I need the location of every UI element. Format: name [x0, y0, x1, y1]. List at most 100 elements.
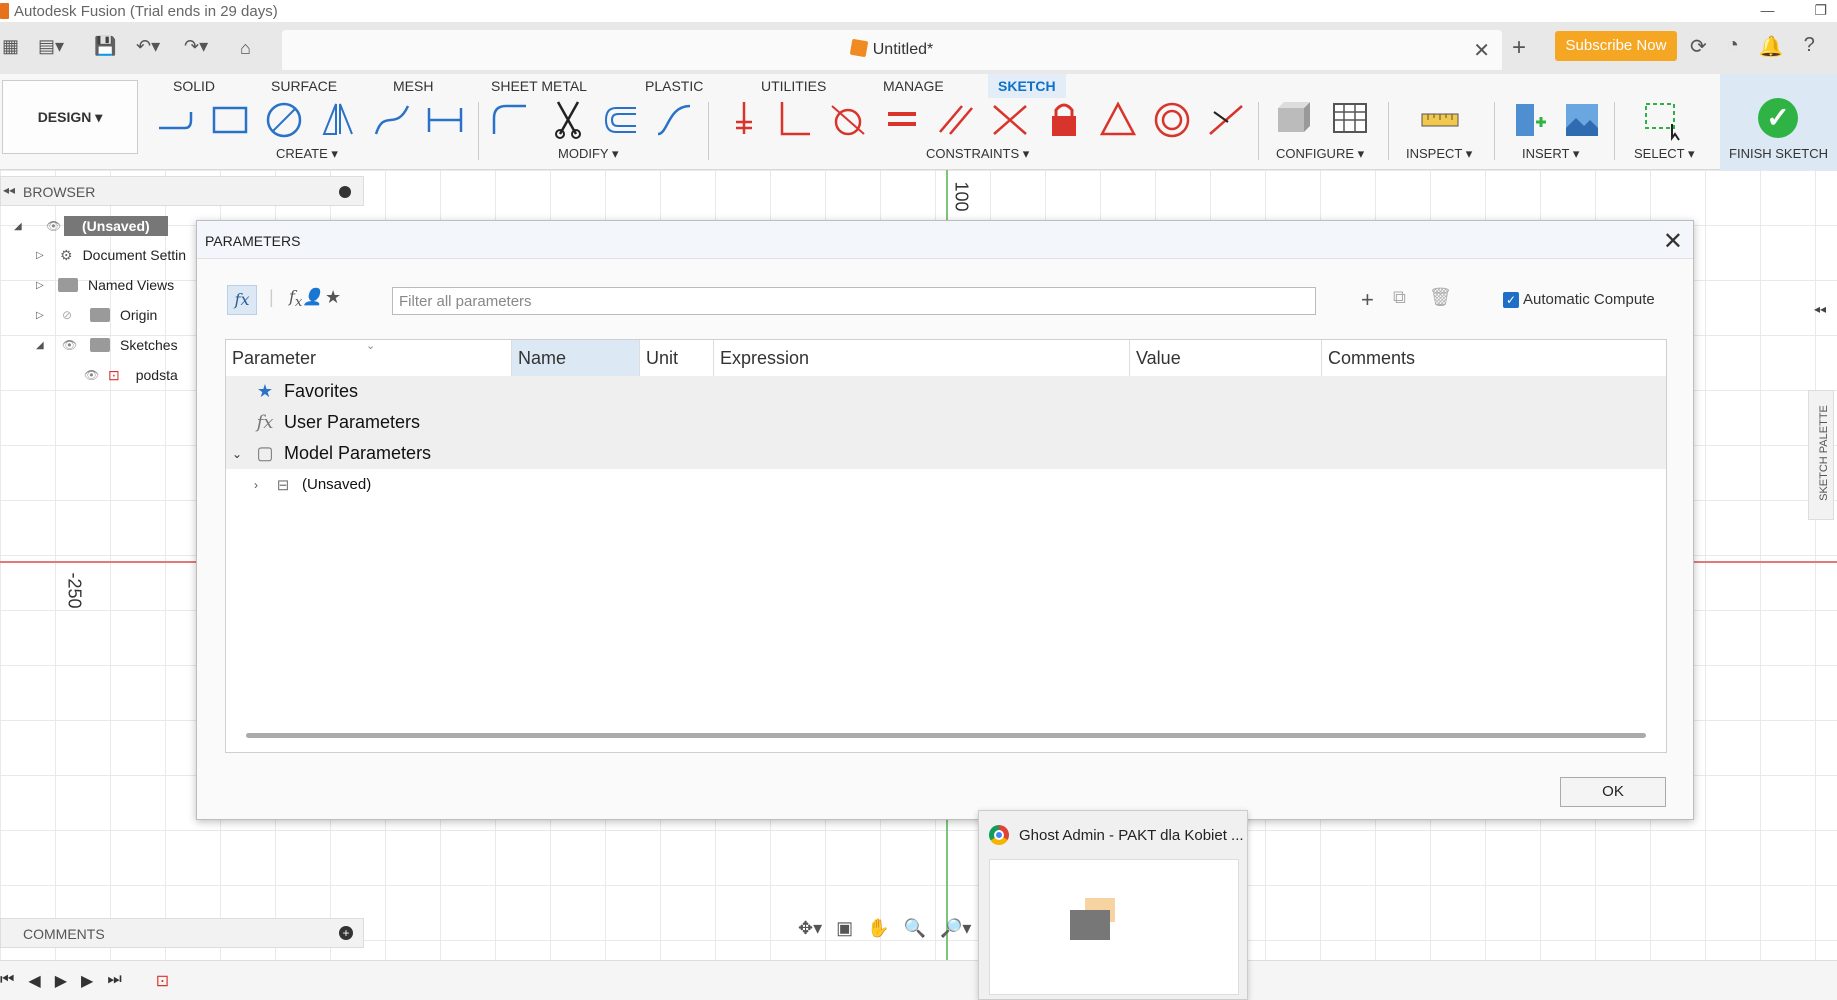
- look-at-icon[interactable]: ▣: [836, 918, 853, 939]
- create-menu[interactable]: CREATE ▾: [276, 146, 338, 162]
- column-expression[interactable]: Expression: [714, 340, 1130, 376]
- spline-tool-icon[interactable]: [372, 98, 412, 142]
- tab-surface[interactable]: SURFACE: [271, 74, 337, 98]
- taskbar-preview-popup[interactable]: Ghost Admin - PAKT dla Kobiet ...: [978, 810, 1248, 1000]
- redo-icon[interactable]: ↷▾: [184, 36, 208, 57]
- go-to-start-icon[interactable]: ⏮: [0, 971, 14, 991]
- finish-sketch-button[interactable]: ✓ FINISH SKETCH: [1720, 74, 1837, 170]
- browser-item-named-views[interactable]: ▷ Named Views: [0, 271, 174, 299]
- tab-sketch[interactable]: SKETCH: [988, 74, 1066, 98]
- inspect-menu[interactable]: INSPECT ▾: [1406, 146, 1472, 162]
- trim-tool-icon[interactable]: [548, 98, 588, 142]
- tab-manage[interactable]: MANAGE: [883, 74, 944, 98]
- play-icon[interactable]: ▶: [55, 971, 67, 991]
- step-back-icon[interactable]: ◀: [28, 971, 40, 991]
- conic-curve-tool-icon[interactable]: [654, 98, 694, 142]
- hidden-eye-icon[interactable]: ⊘: [62, 308, 80, 322]
- column-comments[interactable]: Comments: [1322, 340, 1668, 376]
- document-tab[interactable]: Untitled* ✕: [282, 30, 1502, 70]
- add-parameter-icon[interactable]: +: [1361, 287, 1374, 313]
- dialog-header[interactable]: PARAMETERS ✕: [197, 221, 1693, 259]
- collapse-triangle-icon[interactable]: ◢: [14, 221, 26, 232]
- tab-solid[interactable]: SOLID: [173, 74, 215, 98]
- file-menu-icon[interactable]: ▤▾: [38, 36, 64, 57]
- job-status-icon[interactable]: ◔: [1727, 34, 1739, 59]
- mirror-tool-icon[interactable]: [318, 98, 358, 142]
- pan-icon[interactable]: ✋: [867, 918, 889, 939]
- notifications-icon[interactable]: 🔔: [1759, 34, 1784, 59]
- add-comment-icon[interactable]: +: [339, 926, 353, 940]
- expand-triangle-icon[interactable]: ▷: [36, 310, 48, 321]
- select-menu[interactable]: SELECT ▾: [1634, 146, 1694, 162]
- copy-parameter-icon[interactable]: ⧉: [1393, 287, 1406, 308]
- visibility-eye-icon[interactable]: 👁: [46, 219, 64, 233]
- all-parameters-filter-button[interactable]: fx: [227, 285, 257, 315]
- collapse-browser-icon[interactable]: ◂◂: [3, 183, 15, 197]
- midpoint-constraint-icon[interactable]: [1206, 98, 1246, 142]
- tab-utilities[interactable]: UTILITIES: [761, 74, 826, 98]
- column-parameter[interactable]: Parameter ⌄: [226, 340, 512, 376]
- row-model-parameters[interactable]: ⌄ ▢ Model Parameters: [226, 438, 1666, 469]
- tab-sheet-metal[interactable]: SHEET METAL: [491, 74, 587, 98]
- insert-canvas-icon[interactable]: [1562, 98, 1602, 142]
- modify-menu[interactable]: MODIFY ▾: [558, 146, 618, 162]
- browser-item-origin[interactable]: ▷ ⊘ Origin: [0, 301, 157, 329]
- automatic-compute-checkbox[interactable]: ✓ Automatic Compute: [1503, 291, 1655, 308]
- measure-tool-icon[interactable]: [1420, 98, 1460, 142]
- insert-mesh-icon[interactable]: [1510, 98, 1550, 142]
- tab-plastic[interactable]: PLASTIC: [645, 74, 703, 98]
- go-to-end-icon[interactable]: ⏭: [107, 971, 121, 991]
- extensions-icon[interactable]: ⟳: [1690, 34, 1707, 59]
- perpendicular-constraint-icon[interactable]: [774, 98, 814, 142]
- browser-minimize-icon[interactable]: [339, 186, 351, 198]
- visibility-eye-icon[interactable]: 👁: [84, 368, 102, 382]
- home-icon[interactable]: ⌂: [240, 38, 251, 59]
- configure-menu[interactable]: CONFIGURE ▾: [1276, 146, 1364, 162]
- chevron-down-icon[interactable]: ⌄: [232, 447, 252, 461]
- table-tool-icon[interactable]: [1330, 98, 1370, 142]
- ok-button[interactable]: OK: [1560, 777, 1666, 807]
- save-icon[interactable]: 💾: [94, 36, 116, 57]
- offset-tool-icon[interactable]: [600, 98, 640, 142]
- column-value[interactable]: Value: [1130, 340, 1322, 376]
- constraints-menu[interactable]: CONSTRAINTS ▾: [926, 146, 1029, 162]
- close-tab-icon[interactable]: ✕: [1473, 38, 1490, 63]
- coincident-constraint-icon[interactable]: [724, 98, 764, 142]
- orbit-icon[interactable]: ✥▾: [798, 918, 822, 939]
- tangent-constraint-icon[interactable]: [828, 98, 868, 142]
- apps-grid-icon[interactable]: ▦: [2, 36, 19, 57]
- browser-panel-header[interactable]: ◂◂ BROWSER: [0, 176, 364, 206]
- favorites-filter-icon[interactable]: ★: [325, 287, 341, 308]
- comments-panel[interactable]: COMMENTS +: [0, 918, 364, 948]
- insert-menu[interactable]: INSERT ▾: [1522, 146, 1579, 162]
- undo-icon[interactable]: ↶▾: [136, 36, 160, 57]
- horizontal-scrollbar[interactable]: [246, 733, 1646, 738]
- symmetry-constraint-icon[interactable]: [1098, 98, 1138, 142]
- preview-thumbnail[interactable]: [989, 859, 1239, 995]
- collapse-triangle-icon[interactable]: ◢: [36, 340, 48, 351]
- row-favorites[interactable]: ★ Favorites: [226, 376, 1666, 407]
- visibility-eye-icon[interactable]: 👁: [62, 338, 80, 352]
- new-tab-icon[interactable]: +: [1512, 34, 1526, 62]
- tab-mesh[interactable]: MESH: [393, 74, 433, 98]
- expand-triangle-icon[interactable]: ▷: [36, 250, 48, 261]
- equal-constraint-icon[interactable]: [882, 98, 922, 142]
- browser-item-sketches[interactable]: ◢ 👁 Sketches: [0, 331, 178, 359]
- restore-icon[interactable]: ❐: [1814, 2, 1827, 19]
- help-icon[interactable]: ?: [1804, 34, 1815, 59]
- parameters-tool-icon[interactable]: [1274, 98, 1314, 142]
- sketch-palette-tab[interactable]: SKETCH PALETTE: [1808, 390, 1834, 520]
- dimension-tool-icon[interactable]: [425, 98, 465, 142]
- concentric-constraint-icon[interactable]: [1152, 98, 1192, 142]
- rectangle-tool-icon[interactable]: [210, 98, 250, 142]
- line-tool-icon[interactable]: [155, 98, 195, 142]
- user-parameters-filter-icon[interactable]: fx👤: [289, 287, 322, 310]
- timeline-sketch-marker-icon[interactable]: ⊡: [156, 971, 169, 991]
- expand-palette-icon[interactable]: ◂◂: [1814, 302, 1826, 316]
- circle-tool-icon[interactable]: [264, 98, 304, 142]
- row-unsaved-component[interactable]: › ⊟ (Unsaved): [226, 469, 1666, 500]
- zoom-window-icon[interactable]: 🔎▾: [940, 918, 971, 939]
- expand-triangle-icon[interactable]: ▷: [36, 280, 48, 291]
- row-user-parameters[interactable]: fx User Parameters: [226, 407, 1666, 438]
- browser-item-sketch[interactable]: 👁 ⊡ podsta: [0, 361, 178, 389]
